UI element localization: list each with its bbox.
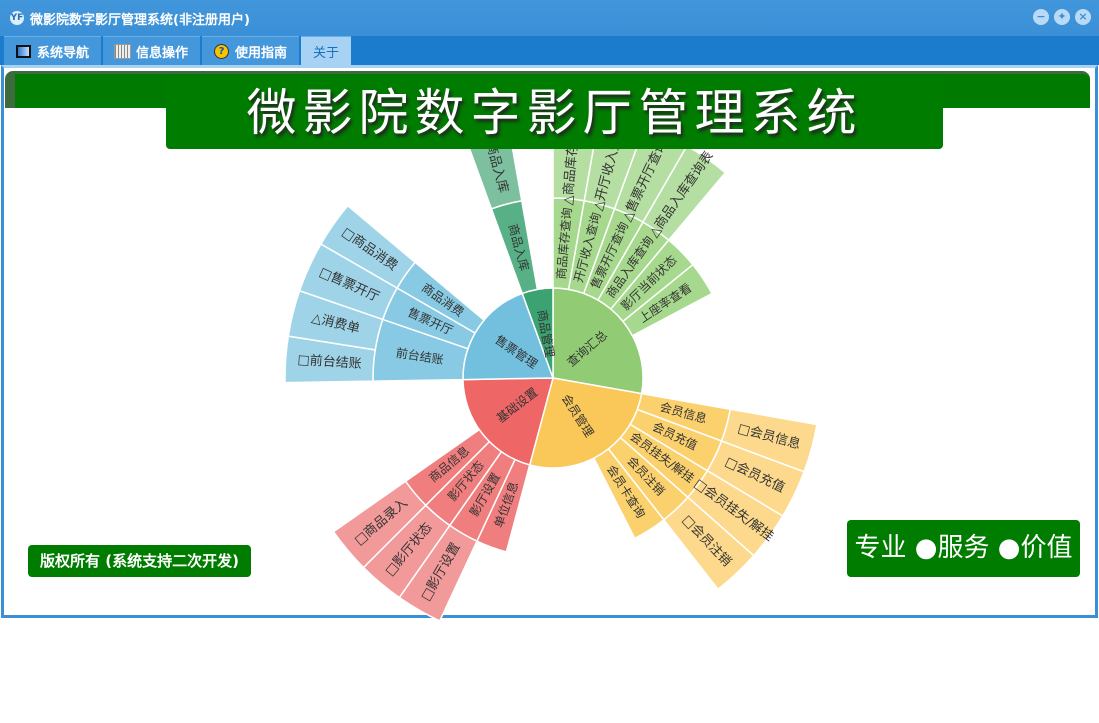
copyright-badge: 版权所有 (系统支持二次开发) [28, 545, 251, 577]
slogan-badge: 专业 ●服务 ●价值 [847, 520, 1080, 577]
page-title: 微影院数字影厅管理系统 [166, 77, 943, 149]
